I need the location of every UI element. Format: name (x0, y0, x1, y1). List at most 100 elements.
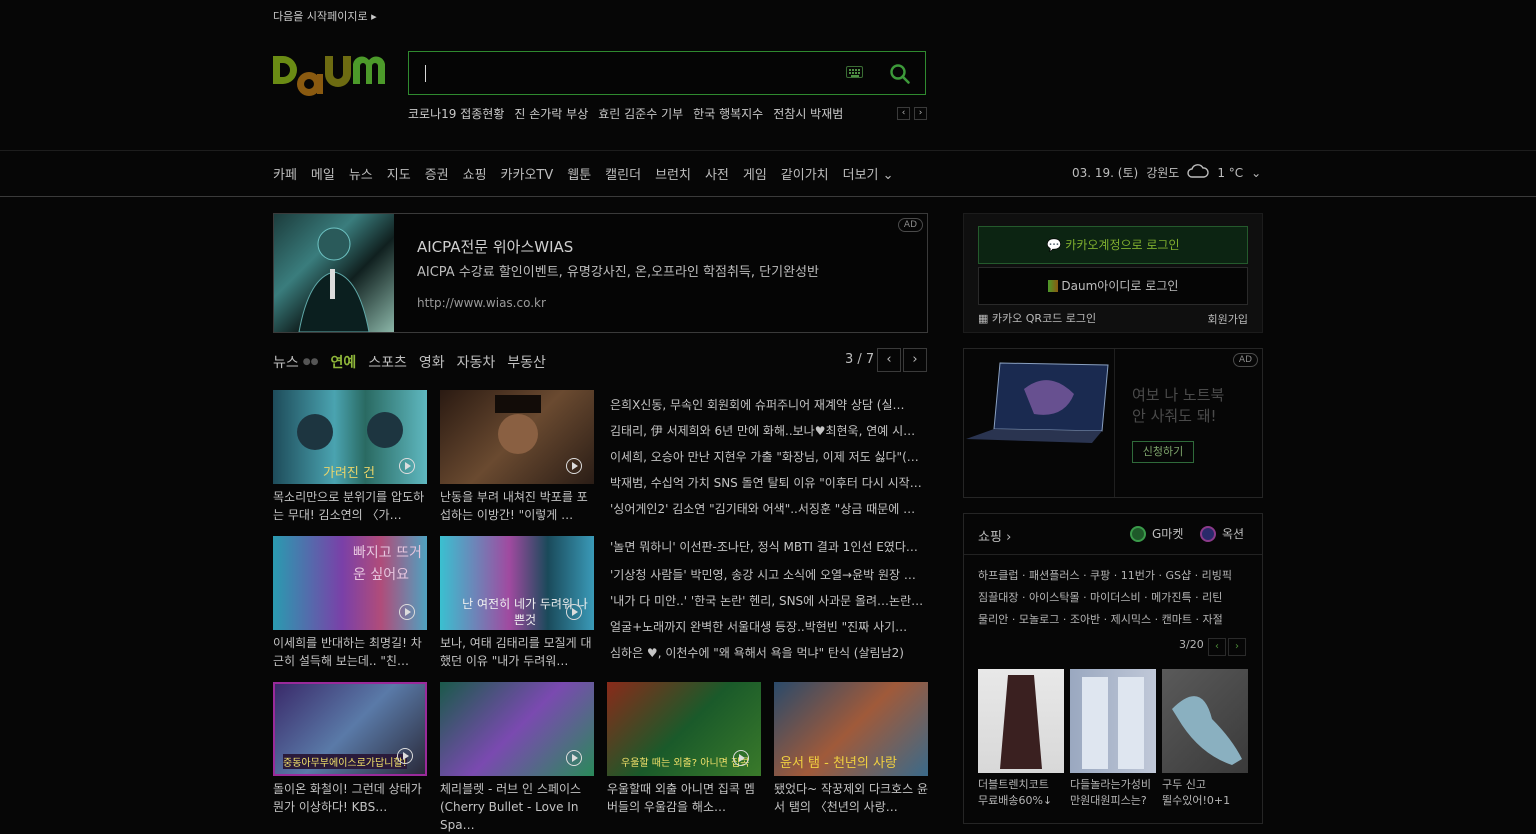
news-thumbnail[interactable]: 가려진 건 (273, 390, 427, 484)
weather-widget[interactable]: 03. 19. (토) 강원도 1 °C ⌄ (1072, 163, 1261, 182)
tab-entertainment[interactable]: 연예 (330, 352, 356, 372)
headline-link[interactable]: '싱어게인2' 김소연 "김기태와 어색"..서징훈 "상금 때문에 … (610, 500, 928, 517)
ad-description: AICPA 수강료 할인이벤트, 유명강사진, 온,오프라인 학점취득, 단기완… (417, 265, 819, 280)
shopping-prev-button[interactable]: ‹ (1208, 638, 1226, 656)
nav-item-game[interactable]: 게임 (743, 164, 767, 183)
news-next-button[interactable]: › (903, 348, 927, 372)
ad-url[interactable]: http://www.wias.co.kr (417, 296, 546, 310)
news-prev-button[interactable]: ‹ (877, 348, 901, 372)
headline-link[interactable]: '내가 다 미안..' '한국 논란' 헨리, SNS에 사과문 올려…논란… (610, 592, 928, 609)
laptop-image (964, 349, 1115, 497)
nav-item-mail[interactable]: 메일 (311, 164, 335, 183)
news-page-indicator: 3 / 7 (845, 352, 875, 367)
tab-sports[interactable]: 스포츠 (368, 352, 407, 372)
qr-code-icon: ▦ (978, 312, 989, 325)
set-start-page-link[interactable]: 다음을 시작페이지로 ▸ (273, 8, 377, 24)
nav-item-calendar[interactable]: 캘린더 (605, 164, 641, 183)
headline-link[interactable]: 박재범, 수십억 가치 SNS 돌연 탈퇴 이유 "이후터 다시 시작… (610, 474, 928, 491)
thumbnail-caption-overlay: 가려진 건 (323, 466, 375, 481)
news-caption[interactable]: 보나, 여태 김태리를 모질게 대했던 이유 "내가 두려워… (440, 634, 596, 670)
news-caption[interactable]: 돌이온 화철이! 그런데 상태가 뭔가 이상하다! KBS… (273, 780, 429, 816)
nav-item-dictionary[interactable]: 사전 (705, 164, 729, 183)
speech-bubble-icon: 💬 (1046, 238, 1062, 252)
trending-keyword[interactable]: 전참시 박재범 (773, 105, 843, 122)
gmarket-link[interactable]: G마켓 (1130, 525, 1183, 542)
nav-item-brunch[interactable]: 브런치 (655, 164, 691, 183)
news-thumbnail[interactable] (440, 390, 594, 484)
product-caption[interactable]: 더블트렌치코트 무료배송60%↓ (978, 777, 1068, 809)
divider (0, 150, 1536, 151)
headline-link[interactable]: '기상청 사람들' 박민영, 송강 시고 소식에 오열→윤박 원장 … (610, 566, 928, 583)
nav-item-together[interactable]: 같이가치 (781, 164, 829, 183)
headline-link[interactable]: 심하은 ♥, 이천수에 "왜 욕해서 욕을 먹냐" 탄식 (살림남2) (610, 644, 928, 661)
trending-next-button[interactable]: › (914, 107, 927, 120)
search-input[interactable] (423, 62, 827, 86)
play-icon (397, 748, 413, 764)
keyboard-icon[interactable] (846, 66, 863, 78)
news-caption[interactable]: 이세희를 반대하는 최명길! 차근히 설득해 보는데.. "친… (273, 634, 429, 670)
nav-item-map[interactable]: 지도 (387, 164, 411, 183)
news-thumbnail[interactable]: 윤서 탬 - 천년의 사랑 (774, 682, 928, 776)
product-caption[interactable]: 구두 신고 뛸수있어!0+1 (1162, 777, 1252, 809)
qr-login-link[interactable]: ▦ 카카오 QR코드 로그인 (978, 310, 1096, 326)
trending-keyword[interactable]: 한국 행복지수 (693, 105, 763, 122)
shopping-title-link[interactable]: 쇼핑 › (978, 526, 1011, 545)
nav-item-shopping[interactable]: 쇼핑 (463, 164, 487, 183)
nav-item-kakaotv[interactable]: 카카오TV (501, 164, 554, 183)
tab-news[interactable]: 뉴스 (273, 352, 299, 372)
auction-link[interactable]: 옥션 (1200, 525, 1244, 542)
chevron-down-icon: ⌄ (882, 168, 894, 183)
headline-link[interactable]: 은희X신동, 무속인 회원회에 슈퍼주니어 재계약 상담 (실… (610, 396, 928, 413)
nav-item-news[interactable]: 뉴스 (349, 164, 373, 183)
kakao-login-button[interactable]: 💬 카카오계정으로 로그인 (978, 226, 1248, 264)
signup-link[interactable]: 회원가입 (1208, 311, 1248, 327)
headline-link[interactable]: '놀면 뭐하니' 이선판-조나단, 정식 MBTI 결과 1인선 E였다… (610, 538, 928, 555)
daum-logo[interactable] (273, 48, 391, 100)
news-caption[interactable]: 난동을 부려 내쳐진 박포를 포섭하는 이방간! "이렇게 … (440, 488, 596, 524)
trending-keyword[interactable]: 진 손가락 부상 (514, 105, 588, 122)
news-thumbnail[interactable] (440, 682, 594, 776)
laptop-ad[interactable]: 여보 나 노트북 안 사줘도 돼! 신청하기 AD (963, 348, 1263, 498)
product-image[interactable] (978, 669, 1064, 773)
news-thumbnail[interactable]: 중동아무부에이스로가답니할! (273, 682, 427, 776)
product-image[interactable] (1070, 669, 1156, 773)
nav-item-stock[interactable]: 증권 (425, 164, 449, 183)
nav-item-webtoon[interactable]: 웹툰 (567, 164, 591, 183)
headline-link[interactable]: 김태리, 伊 서제희와 6년 만에 화해..보나♥최현욱, 연예 시… (610, 422, 928, 439)
headline-link[interactable]: 이세희, 오승아 만난 지현우 가출 "화장님, 이제 저도 싫다"(… (610, 448, 928, 465)
shopping-header: 쇼핑 › G마켓 옥션 (964, 514, 1262, 555)
apply-button[interactable]: 신청하기 (1132, 441, 1194, 463)
news-caption[interactable]: 우울할때 외출 아니면 집콕 멤버들의 우울감을 해소… (607, 780, 763, 816)
separator-dots: ●● (302, 357, 319, 367)
play-icon (566, 458, 582, 474)
news-caption[interactable]: 체리블렛 - 러브 인 스페이스 (Cherry Bullet - Love I… (440, 780, 596, 834)
ad-badge: AD (897, 218, 923, 232)
mall-list-row[interactable]: 물리안 · 모놀로그 · 조아반 · 제시믹스 · 캔마트 · 자절 (978, 611, 1250, 627)
news-thumbnail[interactable]: 우울할 때는 외출? 아니면 집콕 (607, 682, 761, 776)
mall-list-row[interactable]: 짐끌대장 · 아이스탁몰 · 마이더스비 · 메가진특 · 리틴 (978, 589, 1250, 605)
shopping-next-button[interactable]: › (1228, 638, 1246, 656)
news-thumbnail[interactable]: 난 여전히 네가 두려워 나쁜것 (440, 536, 594, 630)
daum-login-button[interactable]: Daum아이디로 로그인 (978, 267, 1248, 305)
auction-logo-icon (1200, 525, 1216, 542)
tab-car[interactable]: 자동차 (457, 352, 496, 372)
news-caption[interactable]: 목소리만으로 분위기를 압도하는 무대! 김소연의 〈가… (273, 488, 429, 524)
nav-item-more[interactable]: 더보기 ⌄ (843, 164, 894, 183)
gmarket-logo-icon (1130, 525, 1146, 542)
ad-banner[interactable]: AICPA전문 위아스WIAS AICPA 수강료 할인이벤트, 유명강사진, … (273, 213, 928, 333)
news-thumbnail[interactable]: 빠지고 뜨거운 싶어요 (273, 536, 427, 630)
nav-item-cafe[interactable]: 카페 (273, 164, 297, 183)
search-icon[interactable] (889, 63, 911, 85)
tab-movie[interactable]: 영화 (419, 352, 445, 372)
news-caption[interactable]: 됐었다~ 작꿍제외 다크호스 윤서 탬의 〈천년의 사랑… (774, 780, 930, 816)
product-caption[interactable]: 다들놀라는가성비 만원대원피스는? (1070, 777, 1160, 809)
mall-list-row[interactable]: 하프클럽 · 패션플러스 · 쿠팡 · 11번가 · GS샵 · 리빙픽 (978, 567, 1250, 583)
headline-link[interactable]: 얼굴+노래까지 완벽한 서울대생 등장..박현빈 "진짜 사기… (610, 618, 928, 635)
product-image[interactable] (1162, 669, 1248, 773)
thumbnail-caption-overlay: 중동아무부에이스로가답니할! (283, 754, 407, 769)
trending-keyword[interactable]: 코로나19 접종현황 (408, 105, 504, 122)
trending-prev-button[interactable]: ‹ (897, 107, 910, 120)
trending-keyword[interactable]: 효린 김준수 기부 (598, 105, 683, 122)
tab-realestate[interactable]: 부동산 (507, 352, 546, 372)
ad-title[interactable]: AICPA전문 위아스WIAS (417, 236, 573, 257)
